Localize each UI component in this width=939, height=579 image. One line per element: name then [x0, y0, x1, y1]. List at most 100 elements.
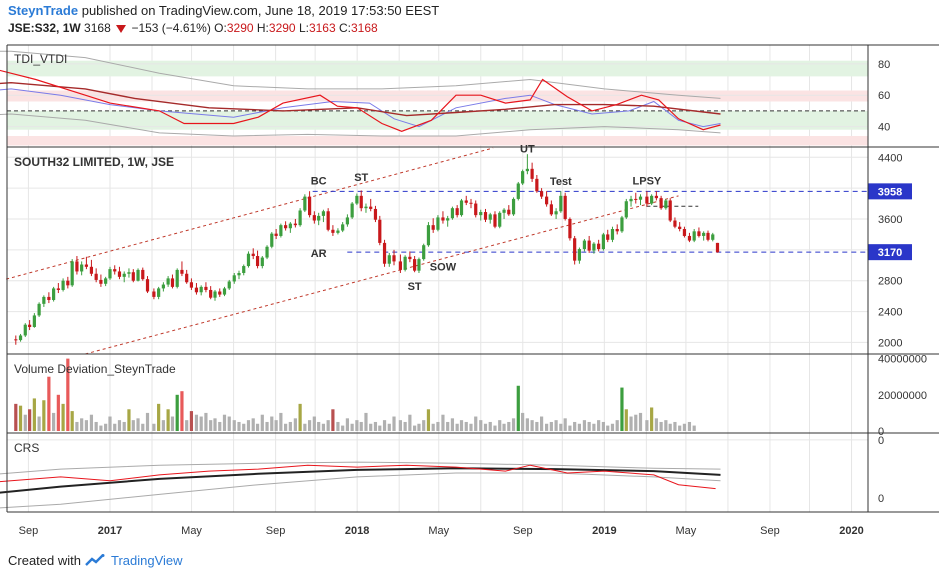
candle-body: [441, 217, 445, 221]
volume-bar: [582, 420, 587, 431]
volume-bar: [459, 420, 464, 431]
volume-bar: [474, 416, 478, 431]
volume-bar: [350, 423, 354, 431]
candle-body: [697, 231, 701, 236]
candle-body: [687, 235, 692, 241]
channel-lower-line: [85, 195, 679, 355]
chart-canvas[interactable]: Sep 2017 May Sep 2018 May Sep 2019 May Sep 2020 40 6…: [0, 0, 939, 579]
volume-bar: [469, 423, 473, 431]
volume-bar: [507, 421, 511, 431]
volume-bar: [525, 418, 529, 431]
volume-bar: [47, 376, 51, 431]
volume-bar: [664, 420, 668, 431]
volume-bar: [145, 412, 150, 431]
volume-bar: [403, 421, 407, 431]
volume-bar: [382, 420, 387, 431]
volume-bar: [185, 420, 189, 431]
candle-body: [80, 264, 84, 272]
wyckoff-label: BC: [311, 175, 327, 187]
candle-body: [563, 195, 567, 219]
candle-body: [355, 195, 359, 204]
candle-body: [232, 275, 236, 282]
candle-body: [166, 278, 170, 285]
candle-body: [403, 256, 407, 270]
x-tick-label: Sep: [513, 525, 533, 537]
candle-body: [634, 198, 638, 200]
candle-body: [516, 183, 520, 199]
candle-body: [274, 233, 278, 236]
volume-bar: [634, 414, 638, 431]
volume-bar: [502, 423, 506, 431]
crs-title: CRS: [14, 441, 39, 455]
volume-tick-label: 20000000: [878, 390, 927, 402]
candle-body: [559, 195, 563, 212]
candle-body: [502, 209, 506, 213]
volume-bar: [483, 423, 488, 431]
candle-body: [28, 324, 32, 327]
volume-bar: [209, 420, 213, 431]
volume-bar: [592, 423, 596, 431]
candle-body: [70, 261, 74, 286]
candle-body: [498, 212, 502, 227]
candle-body: [303, 196, 307, 211]
candle-body: [37, 303, 41, 316]
volume-bar: [117, 420, 122, 431]
candle-body: [108, 269, 112, 279]
volume-bar: [131, 420, 135, 431]
candle-body: [488, 214, 492, 220]
volume-bar: [516, 385, 520, 431]
x-tick-label: May: [181, 525, 202, 537]
candle-body: [706, 232, 710, 240]
volume-bar: [270, 416, 274, 431]
volume-bar: [127, 409, 131, 431]
candle-body: [284, 225, 288, 229]
volume-bar: [180, 391, 184, 431]
candle-body: [521, 171, 525, 184]
volume-bar: [549, 421, 553, 431]
volume-bar: [161, 420, 165, 431]
footer-brand[interactable]: TradingView: [111, 553, 183, 568]
volume-bar: [436, 421, 440, 431]
candle-body: [601, 234, 605, 250]
volume-bar: [610, 423, 615, 431]
volume-bar: [141, 423, 145, 431]
candle-body: [242, 266, 246, 273]
candle-body: [265, 246, 269, 258]
candle-body: [180, 269, 184, 274]
wyckoff-label: UT: [520, 144, 535, 156]
volume-bar: [511, 418, 516, 431]
candle-body: [668, 200, 672, 221]
candle-body: [194, 287, 199, 293]
candle-body: [638, 196, 643, 200]
candle-body: [673, 220, 677, 227]
candle-body: [678, 226, 682, 230]
volume-bar: [32, 398, 36, 431]
volume-bar: [75, 421, 79, 431]
candle-body: [511, 198, 516, 215]
candle-body: [237, 272, 241, 276]
candle-body: [455, 208, 459, 216]
volume-bar: [307, 420, 312, 431]
volume-bar: [336, 421, 340, 431]
volume-bar: [284, 423, 288, 431]
candle-body: [592, 243, 596, 251]
volume-bar: [535, 421, 539, 431]
volume-bar: [341, 425, 345, 431]
candle-body: [382, 242, 387, 264]
volume-bar: [345, 418, 350, 431]
candle-body: [213, 291, 217, 298]
volume-bar: [545, 423, 549, 431]
x-tick-label: Sep: [760, 525, 780, 537]
volume-bar: [577, 423, 582, 431]
candle-body: [113, 269, 117, 272]
volume-bar: [413, 425, 417, 431]
candle-body: [549, 204, 553, 215]
candle-body: [14, 339, 18, 341]
volume-bar: [194, 414, 199, 431]
volume-bar: [293, 418, 297, 431]
candle-body: [422, 245, 426, 260]
volume-bar: [479, 420, 483, 431]
footer-created: Created with: [8, 553, 81, 568]
crs-lower-band: [0, 472, 721, 509]
candle-body: [145, 279, 150, 292]
